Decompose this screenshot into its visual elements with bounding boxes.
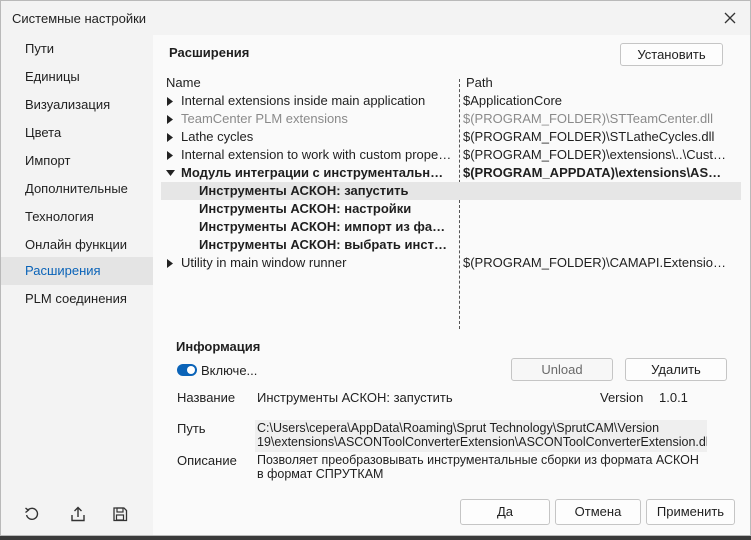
- settings-window: Системные настройки Пути Единицы Визуали…: [0, 0, 751, 536]
- extension-path: $(PROGRAM_FOLDER)\STLatheCycles.dll: [463, 129, 715, 144]
- description-value: Позволяет преобразовывать инструментальн…: [257, 453, 709, 481]
- collapse-arrow-icon[interactable]: [165, 167, 175, 179]
- sidebar-item-import[interactable]: Импорт: [1, 147, 153, 175]
- extension-command-name: Инструменты АСКОН: запустить: [199, 183, 409, 198]
- expand-arrow-icon[interactable]: [165, 131, 175, 143]
- extensions-panel: Расширения Установить Name Path Internal…: [153, 35, 750, 535]
- tree-row-child[interactable]: Инструменты АСКОН: настройки: [161, 200, 741, 218]
- path-label: Путь: [177, 421, 206, 436]
- expand-arrow-icon[interactable]: [165, 113, 175, 125]
- version-label: Version: [600, 390, 644, 405]
- sidebar-item-visualization[interactable]: Визуализация: [1, 91, 153, 119]
- path-value[interactable]: C:\Users\cepera\AppData\Roaming\Sprut Te…: [255, 420, 707, 452]
- title-bar: Системные настройки: [1, 1, 750, 35]
- tree-row-child[interactable]: Инструменты АСКОН: запустить: [161, 182, 741, 200]
- extension-command-name: Инструменты АСКОН: выбрать инструмент: [199, 237, 453, 252]
- tree-row[interactable]: Internal extension to work with custom p…: [161, 146, 741, 164]
- enabled-toggle[interactable]: [177, 364, 197, 376]
- sidebar-toolbar: [1, 501, 153, 531]
- close-icon: [724, 12, 736, 24]
- column-header-name[interactable]: Name: [166, 75, 201, 90]
- sidebar-item-extensions[interactable]: Расширения: [1, 257, 153, 285]
- extension-path: $ApplicationCore: [463, 93, 563, 108]
- window-title: Системные настройки: [12, 11, 147, 26]
- extension-name: Utility in main window runner: [181, 255, 347, 270]
- install-button[interactable]: Установить: [620, 43, 723, 66]
- expand-arrow-icon[interactable]: [165, 149, 175, 161]
- extension-name: TeamCenter PLM extensions: [181, 111, 348, 126]
- sidebar: Пути Единицы Визуализация Цвета Импорт Д…: [1, 35, 153, 535]
- sidebar-item-additional[interactable]: Дополнительные: [1, 175, 153, 203]
- description-line-1: Позволяет преобразовывать инструментальн…: [257, 453, 699, 467]
- tree-row[interactable]: TeamCenter PLM extensions $(PROGRAM_FOLD…: [161, 110, 741, 128]
- description-label: Описание: [177, 453, 237, 468]
- path-line-1: C:\Users\cepera\AppData\Roaming\Sprut Te…: [257, 421, 660, 435]
- tree-row[interactable]: Модуль интеграции с инструментальными $(…: [161, 164, 741, 182]
- sidebar-item-online-functions[interactable]: Онлайн функции: [1, 231, 153, 259]
- expand-arrow-icon[interactable]: [165, 257, 175, 269]
- sidebar-item-paths[interactable]: Пути: [1, 35, 153, 63]
- apply-button[interactable]: Применить: [646, 499, 735, 525]
- info-title: Информация: [176, 339, 261, 354]
- export-icon[interactable]: [65, 501, 91, 527]
- expand-arrow-icon[interactable]: [165, 95, 175, 107]
- close-button[interactable]: [718, 7, 742, 29]
- extension-name: Модуль интеграции с инструментальными: [181, 165, 453, 180]
- extension-command-name: Инструменты АСКОН: настройки: [199, 201, 412, 216]
- tree-row[interactable]: Lathe cycles $(PROGRAM_FOLDER)\STLatheCy…: [161, 128, 741, 146]
- ok-button[interactable]: Да: [460, 499, 550, 525]
- cancel-button[interactable]: Отмена: [555, 499, 641, 525]
- delete-button[interactable]: Удалить: [625, 358, 727, 381]
- sidebar-item-technology[interactable]: Технология: [1, 203, 153, 231]
- extension-path: $(PROGRAM_FOLDER)\extensions\..\Custom: [463, 147, 729, 162]
- column-header-path[interactable]: Path: [466, 75, 493, 90]
- enabled-label: Включе...: [201, 363, 258, 378]
- tree-row[interactable]: Internal extensions inside main applicat…: [161, 92, 741, 110]
- extension-name: Lathe cycles: [181, 129, 254, 144]
- description-line-2: в формат СПРУТКАМ: [257, 467, 384, 481]
- name-label: Название: [177, 390, 236, 405]
- extension-path: $(PROGRAM_FOLDER)\STTeamCenter.dll: [463, 111, 713, 126]
- extension-command-name: Инструменты АСКОН: импорт из файла: [199, 219, 453, 234]
- extensions-title: Расширения: [169, 45, 250, 60]
- unload-button[interactable]: Unload: [511, 358, 613, 381]
- extension-path: $(PROGRAM_FOLDER)\CAMAPI.Extension.Utili…: [463, 255, 729, 270]
- tree-row-child[interactable]: Инструменты АСКОН: выбрать инструмент: [161, 236, 741, 254]
- path-line-2: 19\extensions\ASCONToolConverterExtensio…: [257, 435, 707, 449]
- version-value: 1.0.1: [659, 390, 688, 405]
- extension-path: $(PROGRAM_APPDATA)\extensions\ASCONToolC…: [463, 165, 729, 180]
- sidebar-item-colors[interactable]: Цвета: [1, 119, 153, 147]
- sidebar-item-plm-connections[interactable]: PLM соединения: [1, 285, 153, 313]
- save-icon[interactable]: [107, 501, 133, 527]
- sidebar-item-units[interactable]: Единицы: [1, 63, 153, 91]
- tree-row[interactable]: Utility in main window runner $(PROGRAM_…: [161, 254, 741, 272]
- tree-row-child[interactable]: Инструменты АСКОН: импорт из файла: [161, 218, 741, 236]
- name-value: Инструменты АСКОН: запустить: [257, 390, 453, 405]
- extension-name: Internal extension to work with custom p…: [181, 147, 453, 162]
- extension-name: Internal extensions inside main applicat…: [181, 93, 426, 108]
- reset-icon[interactable]: [19, 501, 45, 527]
